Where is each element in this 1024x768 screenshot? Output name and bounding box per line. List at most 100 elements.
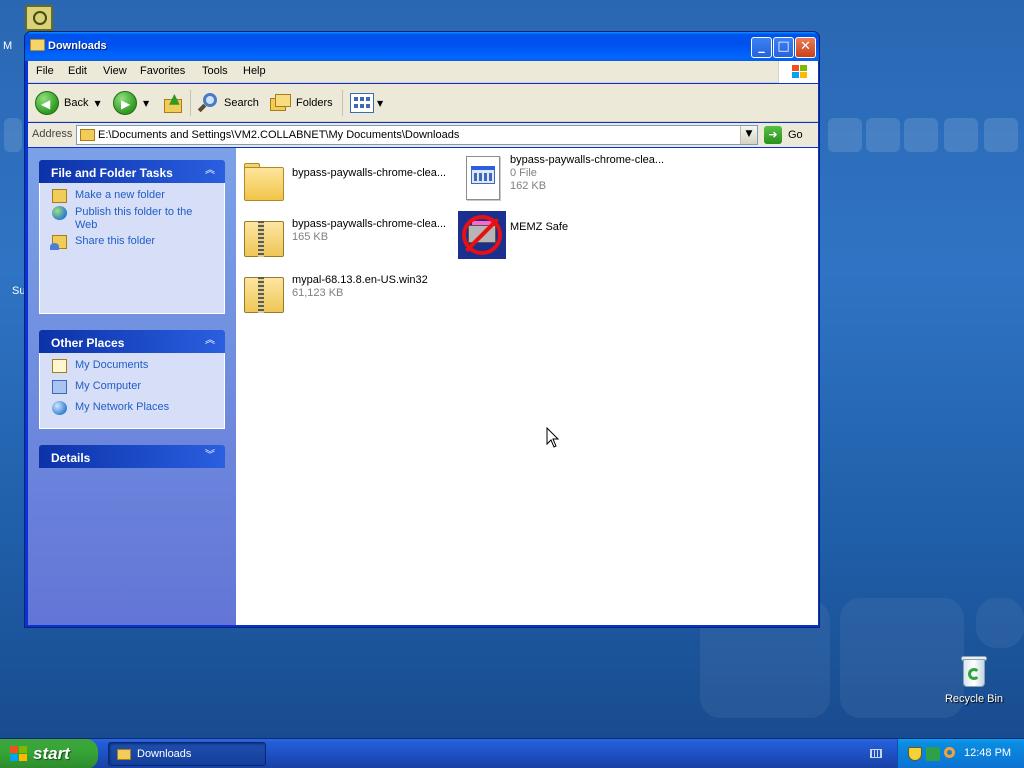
desktop-decoration bbox=[828, 118, 862, 152]
close-button[interactable]: ✕ bbox=[795, 37, 816, 58]
forward-button[interactable]: ▶ ▼ bbox=[113, 89, 149, 117]
desktop-decoration bbox=[944, 118, 978, 152]
views-button[interactable]: ▼ bbox=[350, 89, 383, 117]
search-icon bbox=[197, 92, 220, 114]
toolbar: ◀ Back ▼ ▶ ▼ ▲ Search Folders ▼ bbox=[28, 84, 818, 122]
my-documents-icon bbox=[52, 359, 67, 373]
go-label: Go bbox=[788, 129, 803, 141]
folder-icon bbox=[117, 748, 131, 760]
place-label: My Documents bbox=[75, 359, 149, 371]
taskbar-button-downloads[interactable]: Downloads bbox=[108, 742, 266, 766]
file-type: 0 File bbox=[510, 167, 537, 179]
share-folder-icon bbox=[50, 235, 67, 250]
place-label: My Computer bbox=[75, 380, 142, 392]
task-share-folder[interactable]: Share this folder bbox=[50, 235, 216, 250]
search-button[interactable]: Search bbox=[197, 89, 259, 117]
task-pane: File and Folder Tasks ︽ Make a new folde… bbox=[28, 148, 236, 625]
file-item[interactable]: bypass-paywalls-chrome-clea... 165 KB bbox=[240, 211, 455, 263]
task-publish-folder[interactable]: Publish this folder to the Web bbox=[52, 206, 216, 232]
chevron-down-icon[interactable]: ▼ bbox=[94, 99, 100, 108]
desktop-decoration bbox=[4, 118, 22, 152]
search-icon[interactable] bbox=[944, 747, 955, 758]
recycle-bin-icon bbox=[960, 655, 988, 687]
recycle-bin-label: Recycle Bin bbox=[944, 693, 1004, 705]
file-size: 165 KB bbox=[292, 231, 329, 243]
place-my-computer[interactable]: My Computer bbox=[52, 380, 216, 394]
task-label: Share this folder bbox=[75, 235, 156, 247]
folders-label: Folders bbox=[296, 97, 333, 109]
menu-help[interactable]: Help bbox=[243, 65, 266, 77]
file-folder-tasks-panel: File and Folder Tasks ︽ Make a new folde… bbox=[39, 160, 225, 314]
go-button[interactable]: ➜ Go bbox=[764, 125, 803, 145]
folders-button[interactable]: Folders bbox=[270, 89, 333, 117]
clock[interactable]: 12:48 PM bbox=[964, 747, 1011, 759]
folder-icon bbox=[30, 39, 45, 51]
window-title: Downloads bbox=[48, 40, 107, 52]
toolbar-divider bbox=[342, 90, 343, 116]
desktop-shortcut-icon[interactable] bbox=[25, 5, 53, 31]
title-bar[interactable]: Downloads _ □ ✕ bbox=[25, 32, 819, 61]
panel-header[interactable]: Details ︾ bbox=[39, 445, 225, 468]
details-panel: Details ︾ bbox=[39, 445, 225, 468]
menu-view[interactable]: View bbox=[103, 65, 127, 77]
place-label: My Network Places bbox=[75, 401, 170, 413]
menu-favorites[interactable]: Favorites bbox=[140, 65, 185, 77]
place-my-network-places[interactable]: My Network Places bbox=[52, 401, 216, 415]
keyboard-icon[interactable] bbox=[870, 749, 882, 758]
menu-edit[interactable]: Edit bbox=[68, 65, 87, 77]
file-list: bypass-paywalls-chrome-clea... bypass-pa… bbox=[236, 148, 818, 625]
panel-header[interactable]: Other Places ︽ bbox=[39, 330, 225, 353]
taskbar-button-label: Downloads bbox=[137, 748, 192, 760]
start-label: start bbox=[33, 744, 70, 763]
file-name: MEMZ Safe bbox=[510, 221, 569, 233]
up-folder-button[interactable]: ▲ bbox=[163, 89, 185, 117]
panel-title: Other Places bbox=[51, 336, 125, 350]
globe-icon bbox=[52, 206, 67, 220]
file-item[interactable]: bypass-paywalls-chrome-clea... bbox=[240, 155, 455, 207]
windows-logo-icon bbox=[778, 61, 818, 83]
file-item[interactable]: MEMZ Safe bbox=[458, 209, 673, 261]
network-icon[interactable] bbox=[926, 747, 940, 761]
start-button[interactable]: start bbox=[0, 739, 98, 768]
task-make-new-folder[interactable]: Make a new folder bbox=[52, 189, 216, 203]
back-button[interactable]: ◀ Back ▼ bbox=[35, 89, 101, 117]
other-places-panel: Other Places ︽ My Documents My Computer … bbox=[39, 330, 225, 429]
address-input[interactable]: E:\Documents and Settings\VM2.COLLABNET\… bbox=[76, 125, 758, 145]
panel-title: Details bbox=[51, 451, 91, 465]
security-shield-icon[interactable] bbox=[908, 747, 922, 761]
task-label: Publish this folder to the Web bbox=[75, 206, 193, 231]
chevron-down-icon[interactable]: ▼ bbox=[143, 99, 149, 108]
folder-icon bbox=[240, 157, 288, 205]
chevron-down-icon[interactable]: ▼ bbox=[377, 99, 383, 108]
new-folder-icon bbox=[52, 189, 67, 203]
file-size: 61,123 KB bbox=[292, 287, 344, 299]
maximize-button[interactable]: □ bbox=[773, 37, 794, 58]
memz-app-icon bbox=[458, 211, 506, 259]
recycle-bin[interactable]: Recycle Bin bbox=[938, 655, 1010, 705]
zip-folder-icon bbox=[240, 213, 288, 261]
search-label: Search bbox=[224, 97, 259, 109]
panel-title: File and Folder Tasks bbox=[51, 166, 173, 180]
toolbar-divider bbox=[190, 90, 191, 116]
minimize-button[interactable]: _ bbox=[751, 37, 772, 58]
menu-tools[interactable]: Tools bbox=[202, 65, 228, 77]
menu-bar: File Edit View Favorites Tools Help bbox=[28, 61, 818, 83]
file-item[interactable]: bypass-paywalls-chrome-clea... 0 File 16… bbox=[458, 152, 673, 204]
views-icon bbox=[350, 93, 374, 113]
place-my-documents[interactable]: My Documents bbox=[52, 359, 216, 373]
explorer-window: Downloads _ □ ✕ File Edit View Favorites… bbox=[24, 31, 820, 628]
file-item[interactable]: mypal-68.13.8.en-US.win32 61,123 KB bbox=[240, 267, 455, 319]
file-name: bypass-paywalls-chrome-clea... bbox=[292, 167, 447, 179]
file-name: mypal-68.13.8.en-US.win32 bbox=[292, 274, 428, 286]
taskbar: start Downloads 12:48 PM bbox=[0, 738, 1024, 768]
collapse-chevron-icon[interactable]: ︽ bbox=[203, 334, 217, 348]
collapse-chevron-icon[interactable]: ︽ bbox=[203, 164, 217, 178]
chevron-down-icon[interactable]: ▼ bbox=[740, 126, 757, 144]
panel-header[interactable]: File and Folder Tasks ︽ bbox=[39, 160, 225, 183]
file-name: bypass-paywalls-chrome-clea... bbox=[510, 154, 665, 166]
menu-file[interactable]: File bbox=[36, 65, 54, 77]
expand-chevron-icon[interactable]: ︾ bbox=[203, 449, 217, 463]
system-tray: 12:48 PM bbox=[897, 739, 1024, 768]
address-value: E:\Documents and Settings\VM2.COLLABNET\… bbox=[98, 129, 460, 141]
desktop-label-fragment: M bbox=[3, 40, 13, 52]
